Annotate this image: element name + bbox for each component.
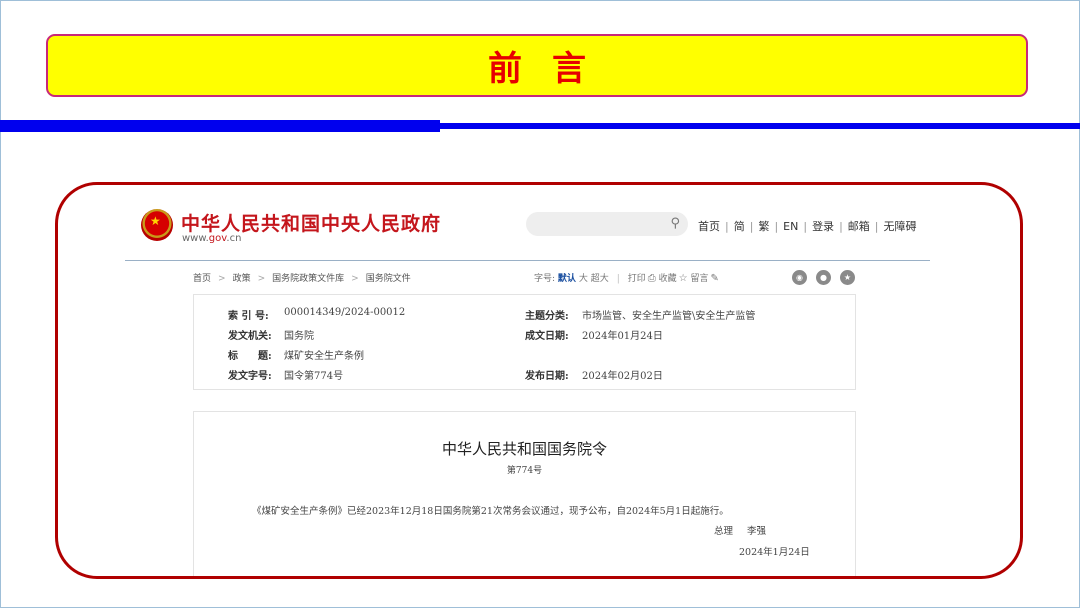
font-size-large[interactable]: 大 [579, 274, 588, 284]
nav-separator: | [874, 220, 879, 233]
nav-separator: | [774, 220, 779, 233]
chevron-right-icon: > [218, 274, 226, 284]
font-size-label: 字号: [534, 274, 556, 284]
nav-mail[interactable]: 邮箱 [848, 218, 870, 234]
nav-english[interactable]: EN [783, 220, 798, 233]
slide-title: 前言 [488, 49, 616, 89]
national-emblem-icon[interactable] [141, 209, 173, 241]
issuer-label: 发文机关: [228, 331, 272, 342]
site-url-prefix: www. [182, 233, 209, 244]
site-name[interactable]: 中华人民共和国中央人民政府 [181, 209, 441, 236]
document-heading: 中华人民共和国国务院令 [441, 440, 607, 458]
title-value: 煤矿安全生产条例 [284, 351, 364, 362]
topic-value: 市场监管、安全生产监管\安全生产监管 [582, 311, 756, 322]
doc-number-label: 发文字号: [228, 371, 272, 382]
document-signature: 总理 李强 [714, 523, 766, 537]
pencil-icon: ✎ [710, 273, 719, 284]
nav-simplified[interactable]: 简 [734, 218, 745, 234]
weibo-icon[interactable]: ◉ [792, 270, 807, 285]
printer-icon: ⎙ [647, 273, 656, 284]
nav-separator: | [725, 220, 729, 233]
published-date-value: 2024年02月02日 [582, 371, 663, 382]
breadcrumb-state-council-docs[interactable]: 国务院文件 [366, 274, 411, 284]
signer-title: 总理 [714, 526, 734, 537]
site-url-suffix: .cn [226, 233, 242, 244]
nav-login[interactable]: 登录 [812, 218, 834, 234]
star-icon: ☆ [678, 273, 688, 284]
index-value: 000014349/2024-00012 [284, 307, 406, 318]
tools-separator: | [616, 274, 620, 284]
published-date-label: 发布日期: [525, 371, 569, 382]
document-content: 中华人民共和国国务院令 第774号 《煤矿安全生产条例》已经2023年12月18… [193, 411, 856, 576]
comment-button[interactable]: 留言 ✎ [690, 273, 719, 284]
signer-name: 李强 [747, 526, 767, 537]
print-label: 打印 [627, 274, 646, 284]
collect-label: 收藏 [658, 274, 677, 284]
document-date: 2024年1月24日 [739, 547, 810, 558]
index-label: 索 引 号: [228, 311, 269, 322]
top-nav: 首页 | 简 | 繁 | EN | 登录 | 邮箱 | 无障碍 [698, 218, 917, 234]
topic-label: 主题分类: [525, 311, 569, 322]
site-url[interactable]: www.gov.cn [182, 233, 241, 244]
chevron-right-icon: > [257, 274, 266, 284]
header-divider [125, 260, 930, 261]
search-input[interactable]: ⚲ [526, 212, 688, 236]
breadcrumb: 首页 > 政策 > 国务院政策文件库 > 国务院文件 [193, 271, 411, 284]
written-date-value: 2024年01月24日 [582, 331, 663, 342]
document-metadata: 索 引 号: 000014349/2024-00012 主题分类: 市场监管、安… [193, 294, 856, 390]
font-size-default[interactable]: 默认 [558, 274, 576, 284]
nav-accessibility[interactable]: 无障碍 [884, 218, 917, 234]
title-banner: 前言 [46, 34, 1028, 97]
document-body: 《煤矿安全生产条例》已经2023年12月18日国务院第21次常务会议通过，现予公… [252, 506, 729, 517]
site-url-domain: gov [208, 233, 227, 244]
breadcrumb-policy[interactable]: 政策 [233, 274, 251, 284]
page-tools: 字号: 默认 大 超大 | 打印 ⎙ 收藏 ☆ 留言 ✎ [534, 271, 719, 284]
collect-button[interactable]: 收藏 ☆ [658, 273, 688, 284]
title-label: 标 题: [228, 351, 272, 362]
nav-separator: | [839, 220, 843, 233]
nav-traditional[interactable]: 繁 [758, 218, 769, 234]
wechat-icon[interactable]: ● [816, 270, 831, 285]
gov-webpage-screenshot: 中华人民共和国中央人民政府 www.gov.cn ⚲ 首页 | 简 | 繁 | EN | 登录 |… [58, 185, 1020, 576]
document-number: 第774号 [506, 466, 543, 476]
screenshot-frame: 中华人民共和国中央人民政府 www.gov.cn ⚲ 首页 | 简 | 繁 | EN | 登录 |… [55, 182, 1023, 579]
header-rule-thin [440, 123, 1080, 129]
header-rule-thick [0, 120, 440, 132]
written-date-label: 成文日期: [525, 331, 569, 342]
doc-number-value: 国令第774号 [284, 371, 344, 382]
issuer-value: 国务院 [284, 331, 314, 342]
comment-label: 留言 [690, 274, 709, 284]
breadcrumb-policy-library[interactable]: 国务院政策文件库 [272, 274, 344, 284]
print-button[interactable]: 打印 ⎙ [627, 273, 656, 284]
breadcrumb-home[interactable]: 首页 [193, 274, 211, 284]
nav-separator: | [749, 220, 754, 233]
search-icon[interactable]: ⚲ [670, 216, 680, 231]
nav-home[interactable]: 首页 [698, 218, 720, 234]
favorite-icon[interactable]: ★ [840, 270, 855, 285]
font-size-xlarge[interactable]: 超大 [591, 274, 609, 284]
chevron-right-icon: > [351, 274, 359, 284]
nav-separator: | [803, 220, 808, 233]
